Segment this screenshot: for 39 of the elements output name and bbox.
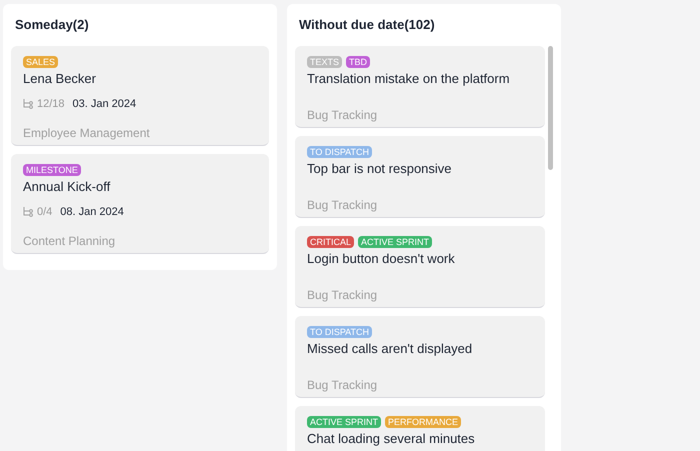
tag: TO DISPATCH	[307, 146, 372, 158]
card-title: Login button doesn't work	[307, 250, 456, 268]
tag: ACTIVE SPRINT	[358, 236, 432, 248]
tag: PERFORMANCE	[385, 416, 462, 428]
tag: SALES	[23, 56, 58, 68]
task-card[interactable]: ACTIVE SPRINT PERFORMANCE Chat loading several minutes	[295, 406, 545, 451]
subtask-icon	[23, 98, 33, 110]
project-name: Bug Tracking	[307, 376, 378, 392]
subtask-count: 12/18	[37, 96, 65, 112]
tag: TBD	[346, 56, 370, 68]
task-card[interactable]: TO DISPATCH Missed calls aren't displayed Bug Tracking	[295, 316, 545, 398]
project-name: Bug Tracking	[307, 196, 378, 212]
project-name: Employee Management	[23, 124, 151, 140]
card-title: Annual Kick-off	[23, 178, 112, 196]
card-title: Translation mistake on the platform	[307, 70, 511, 88]
subtask-count: 0/4	[37, 204, 52, 220]
tag: TEXTS	[307, 56, 342, 68]
tag: TO DISPATCH	[307, 326, 372, 338]
scrollbar[interactable]	[548, 46, 553, 170]
card-title: Chat loading several minutes	[307, 430, 476, 448]
card-title: Missed calls aren't displayed	[307, 340, 474, 358]
due-date: 08. Jan 2024	[60, 204, 124, 220]
tag: ACTIVE SPRINT	[307, 416, 382, 428]
column-title: Without due date(102)	[298, 16, 436, 34]
task-card[interactable]: MILESTONE Annual Kick-off 0/4 08. Jan 2024 Content Planning	[11, 154, 269, 254]
project-name: Bug Tracking	[307, 106, 378, 122]
project-name: Content Planning	[23, 232, 116, 248]
project-name: Bug Tracking	[307, 286, 378, 302]
tag: CRITICAL	[307, 236, 354, 248]
task-card[interactable]: CRITICAL ACTIVE SPRINT Login button doesn't work Bug Tracking	[295, 226, 545, 308]
task-card[interactable]: TEXTS TBD Translation mistake on the platform Bug Tracking	[295, 46, 545, 128]
tag: MILESTONE	[23, 164, 81, 176]
task-card[interactable]: TO DISPATCH Top bar is not responsive Bug Tracking	[295, 136, 545, 218]
subtask-icon	[23, 206, 33, 218]
card-title: Lena Becker	[23, 70, 97, 88]
card-title: Top bar is not responsive	[307, 160, 453, 178]
task-card[interactable]: SALES Lena Becker 12/18 03. Jan 2024 Employee Management	[11, 46, 269, 146]
due-date: 03. Jan 2024	[72, 96, 136, 112]
column-title: Someday(2)	[14, 16, 90, 34]
